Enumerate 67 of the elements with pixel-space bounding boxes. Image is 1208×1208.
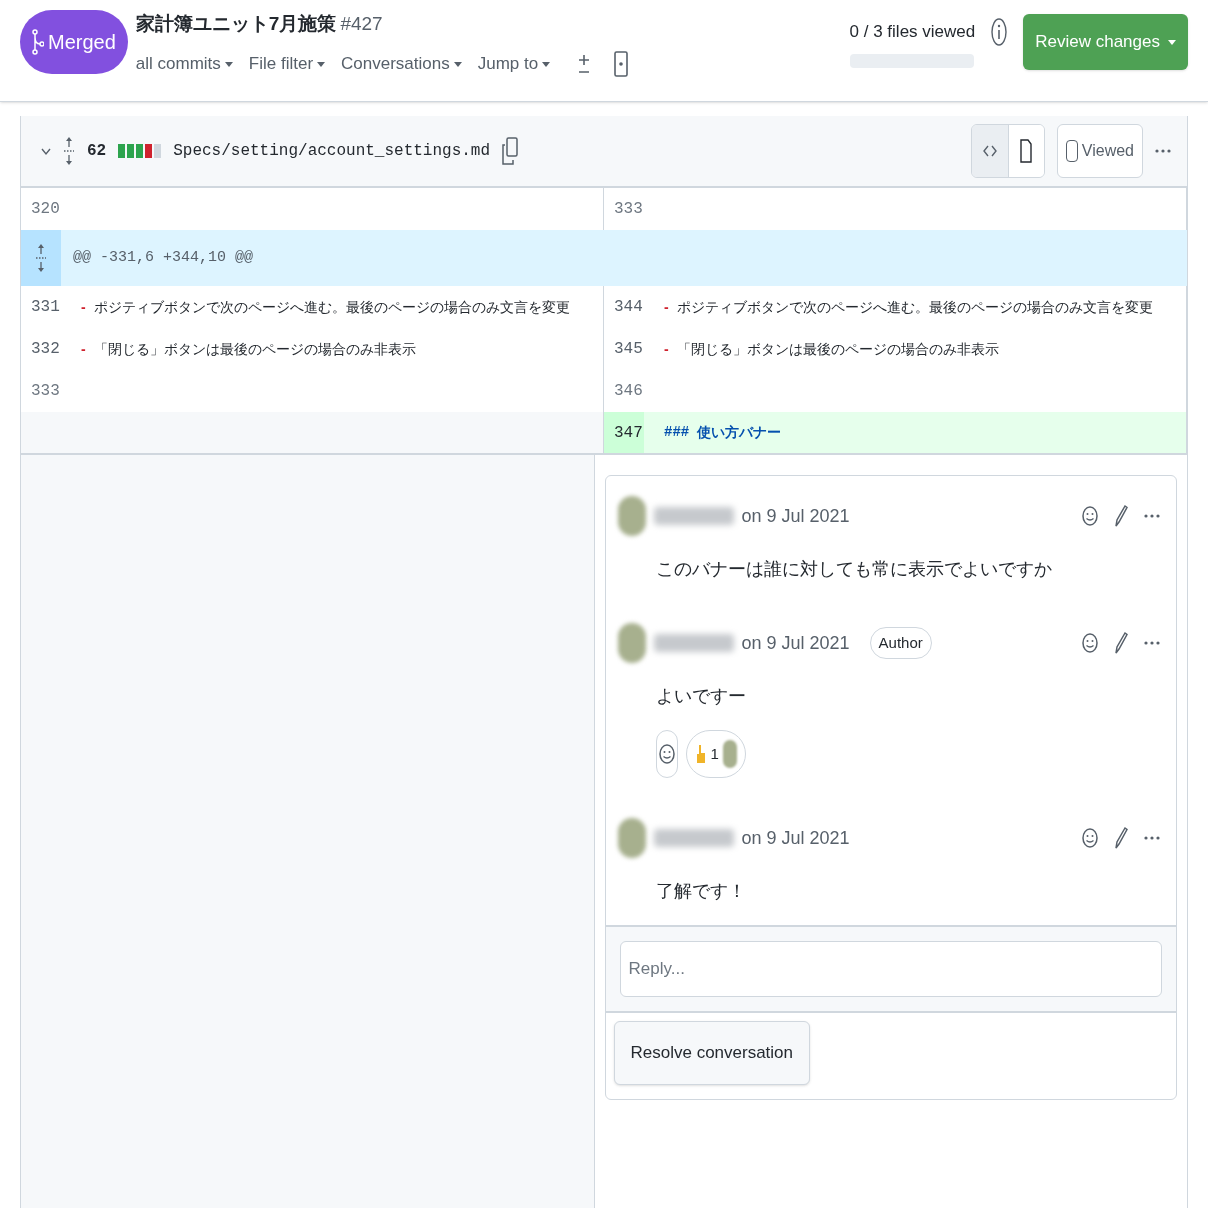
toolbar-dropdown[interactable]: Conversations	[341, 50, 462, 77]
code-icon	[982, 144, 997, 158]
line-number: 320	[30, 199, 61, 220]
caret-icon	[317, 59, 326, 68]
file-icon[interactable]	[614, 50, 629, 77]
comment-date: on 9 Jul 2021	[741, 504, 850, 528]
code-text: ポジティブボタンで次のページへ進む。最後のページの場合のみ文言を変更	[676, 297, 1153, 317]
viewed-checkbox[interactable]: Viewed	[1056, 124, 1143, 178]
line-number: 333	[30, 381, 61, 402]
toolbar-dropdown[interactable]: File filter	[248, 50, 326, 77]
thumbs-up-icon	[694, 744, 707, 764]
merge-icon	[32, 29, 44, 55]
more-icon[interactable]	[1144, 514, 1160, 518]
merged-badge: Merged	[20, 10, 128, 74]
caret-icon	[224, 59, 233, 68]
more-icon[interactable]	[1155, 149, 1171, 153]
comment-body: よいですー	[654, 685, 747, 708]
resolve-conversation-button[interactable]: Resolve conversation	[613, 1021, 811, 1085]
change-count: 62	[87, 141, 107, 162]
caret-icon	[1168, 38, 1176, 46]
plus-minus-icon[interactable]	[578, 52, 591, 75]
line-number: 345	[613, 339, 644, 360]
info-icon[interactable]	[991, 18, 1008, 46]
file-path: Specs/setting/account_settings.md	[173, 141, 491, 162]
markdown-marker: -	[81, 297, 86, 317]
line-number: 333	[613, 199, 644, 220]
copy-icon[interactable]	[502, 137, 519, 165]
expand-icon[interactable]	[63, 136, 75, 166]
line-number: 332	[30, 339, 61, 360]
code-text: ポジティブボタンで次のページへ進む。最後のページの場合のみ文言を変更	[93, 297, 570, 317]
line-number: 346	[613, 381, 644, 402]
smiley-icon[interactable]	[1082, 506, 1098, 526]
line-number: 347	[604, 412, 644, 453]
more-icon[interactable]	[1144, 836, 1160, 840]
comment-date: on 9 Jul 2021	[741, 826, 850, 850]
code-text: 「閉じる」ボタンは最後のページの場合のみ非表示	[93, 339, 416, 359]
pencil-icon[interactable]	[1114, 504, 1128, 528]
comment-body: 了解です！	[654, 880, 747, 903]
caret-icon	[542, 59, 551, 68]
toolbar-dropdown[interactable]: all commits	[135, 50, 233, 77]
markdown-marker: -	[664, 339, 669, 359]
chevron-icon[interactable]	[41, 146, 51, 156]
pr-number: #427	[340, 12, 383, 36]
pr-title: 家計簿ユニット7月施策	[135, 12, 337, 36]
caret-icon	[453, 59, 462, 68]
more-icon[interactable]	[1144, 641, 1160, 645]
line-number: 331	[30, 297, 61, 318]
reply-field[interactable]: Reply...	[619, 941, 1162, 997]
rich-view-button[interactable]	[1007, 125, 1044, 177]
markdown-marker: ###	[664, 423, 690, 442]
line-number: 344	[613, 297, 644, 318]
file-icon	[1020, 139, 1033, 163]
comment-body: このバナーは誰に対しても常に表示でよいですか	[654, 558, 1053, 581]
pencil-icon[interactable]	[1114, 631, 1128, 655]
smiley-icon[interactable]	[658, 744, 675, 764]
files-viewed-count: 0 / 3 files viewed	[849, 21, 976, 44]
smiley-icon[interactable]	[1082, 633, 1098, 653]
code-text: 「閉じる」ボタンは最後のページの場合のみ非表示	[676, 339, 999, 359]
hunk-text: @@ -331,6 +344,10 @@	[72, 247, 254, 268]
markdown-marker: -	[81, 339, 86, 359]
code-text: 使い方バナー	[697, 423, 782, 442]
smiley-icon[interactable]	[1082, 828, 1098, 848]
comment-date: on 9 Jul 2021	[741, 631, 850, 655]
markdown-marker: -	[664, 297, 669, 317]
toolbar-dropdown[interactable]: Jump to	[477, 50, 551, 77]
pencil-icon[interactable]	[1114, 826, 1128, 850]
expand-icon[interactable]	[35, 243, 47, 273]
